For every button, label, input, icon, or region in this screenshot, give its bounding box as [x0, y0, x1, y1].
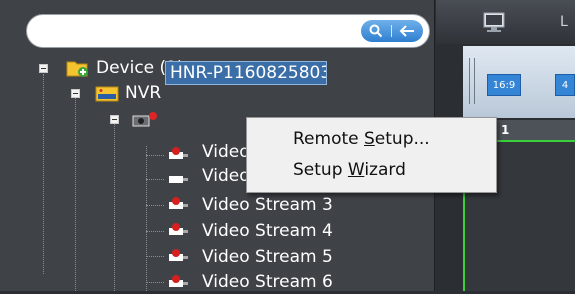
tree-item-stream-4[interactable]: Video Stream 4: [202, 219, 333, 243]
layout-toolbar: 16:9 4: [463, 46, 575, 118]
search-input[interactable]: [41, 19, 375, 45]
camera-icon: [169, 249, 188, 261]
menu-item-accelerator: S: [364, 129, 375, 149]
tree-item-stream-3[interactable]: Video Stream 3: [202, 193, 333, 217]
menu-item-text: Setup: [293, 160, 348, 180]
aspect-16-9-label: 16:9: [492, 79, 516, 91]
tree-item-device[interactable]: HNR-P116082580382928: [165, 61, 327, 85]
aspect-4-3-label: 4: [561, 79, 569, 91]
tree-item-nvr[interactable]: NVR: [125, 81, 161, 105]
clear-search-button[interactable]: [392, 20, 422, 42]
tree-item-stream-6[interactable]: Video Stream 6: [202, 270, 333, 294]
menu-item-accelerator: W: [347, 160, 365, 180]
menu-item-text: Remote: [293, 129, 364, 149]
tree-guide-line: [146, 205, 164, 206]
camera-icon: [169, 147, 188, 159]
camera-icon: [169, 275, 188, 287]
tree-guide-line: [146, 256, 164, 257]
search-button-group: [361, 20, 423, 42]
tree-guide-line: [146, 231, 164, 232]
search-box: [26, 14, 430, 48]
camera-device-icon: [132, 112, 157, 127]
tree-item-device-label: HNR-P116082580382928: [170, 63, 327, 83]
aspect-16-9-button[interactable]: 16:9: [487, 74, 521, 96]
arrow-left-icon: [399, 25, 414, 37]
tree-item-stream-label: Video Stream 5: [202, 247, 333, 267]
collapse-toggle-nvr[interactable]: [71, 89, 80, 98]
collapse-toggle-device[interactable]: [110, 115, 119, 124]
menu-item-remote-setup[interactable]: Remote Setup...: [293, 129, 430, 155]
search-button[interactable]: [361, 20, 391, 42]
tab-label[interactable]: L: [560, 14, 568, 30]
tree-item-nvr-label: NVR: [125, 83, 162, 103]
collapse-toggle-root[interactable]: [39, 64, 48, 73]
search-icon: [369, 24, 383, 38]
menu-item-text: izard: [364, 160, 406, 180]
tree-item-stream-5[interactable]: Video Stream 5: [202, 245, 333, 269]
monitor-icon[interactable]: [482, 12, 506, 34]
tree-item-stream-label: Video Stream 4: [202, 221, 333, 241]
tree-guide-line: [75, 98, 76, 291]
view-tab-bar: L: [436, 0, 575, 44]
menu-item-text: etup...: [374, 129, 430, 149]
tree-guide-line: [114, 122, 115, 291]
tree-guide-line: [146, 146, 147, 291]
tree-guide-line: [146, 179, 164, 180]
nvr-icon: [95, 86, 119, 102]
camera-icon: [169, 176, 188, 183]
toolbar-grip-handle[interactable]: [469, 58, 475, 104]
tree-item-stream-label: Video Stream 3: [202, 195, 333, 215]
aspect-4-3-button[interactable]: 4: [555, 74, 575, 96]
tree-item-stream-label: Video Stream 6: [202, 272, 333, 292]
camera-icon: [169, 223, 188, 235]
camera-icon: [169, 197, 188, 209]
tree-guide-line: [146, 282, 164, 283]
tree-guide-line: [43, 74, 44, 274]
folder-icon: [66, 61, 88, 77]
menu-item-setup-wizard[interactable]: Setup Wizard: [293, 160, 406, 186]
context-menu: Remote Setup... Setup Wizard: [246, 117, 497, 193]
tree-guide-line: [146, 155, 164, 156]
channel-number: 1: [501, 123, 510, 137]
